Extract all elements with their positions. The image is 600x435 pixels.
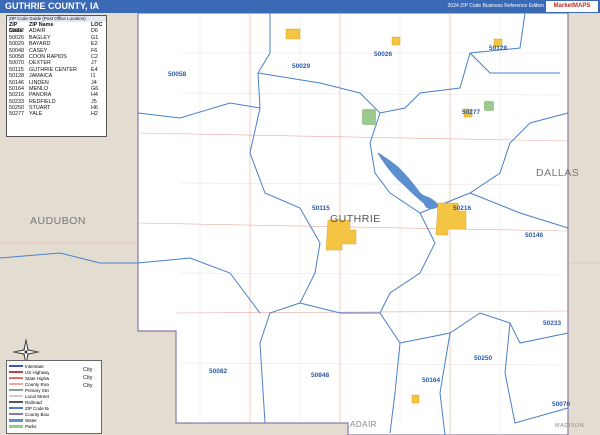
loc-cell: H2 xyxy=(91,111,98,118)
zip-label-50250: 50250 xyxy=(474,355,493,362)
zip-label-50216: 50216 xyxy=(453,205,472,212)
legend-city-label: City xyxy=(83,367,93,373)
table-row: 50277 YALE H2 xyxy=(7,111,106,117)
legend-label: US Highway xyxy=(25,369,49,375)
zip-label-50115: 50115 xyxy=(312,205,330,212)
map-legend: Interstate US Highway State Highway Coun… xyxy=(6,360,102,434)
legend-label: County Boundary xyxy=(25,411,49,417)
county-label-adair: ADAIR xyxy=(350,420,377,429)
legend-label: Parks xyxy=(25,423,37,429)
legend-label: Primary Streets xyxy=(25,387,49,393)
county-label-guthrie: GUTHRIE xyxy=(330,213,381,225)
zip-cell: 50277 xyxy=(9,111,24,118)
edition-label: 2024 ZIP Code Business Reference Edition xyxy=(447,3,544,9)
legend-city-label: City xyxy=(83,375,93,381)
zip-code-table: ZIP Code Guide (Post Office Location) ZI… xyxy=(6,15,107,137)
zip-label-50848: 50848 xyxy=(311,372,330,379)
zip-label-50128: 50128 xyxy=(489,45,508,52)
zip-label-50026: 50026 xyxy=(374,51,393,58)
zip-label-50082: 50082 xyxy=(209,368,228,375)
zip-label-50233: 50233 xyxy=(543,320,562,327)
legend-city-label: City xyxy=(83,383,93,389)
zip-label-50277: 50277 xyxy=(462,109,481,116)
map-title-bar: GUTHRIE COUNTY, IA 2024 ZIP Code Busines… xyxy=(0,0,600,13)
name-cell: YALE xyxy=(29,111,43,118)
county-label-dallas: DALLAS xyxy=(536,167,580,179)
legend-label: Interstate xyxy=(25,363,44,369)
county-label-audubon: AUDUBON xyxy=(30,215,87,227)
county-label-madison: MADISON xyxy=(555,423,585,429)
zip-label-50146: 50146 xyxy=(525,232,544,239)
publisher-logo: MarketMAPS xyxy=(546,1,598,12)
zip-label-50070: 50070 xyxy=(552,401,571,408)
legend-label: Local Streets xyxy=(25,393,49,399)
zip-label-50029: 50029 xyxy=(292,63,311,70)
legend-label: State Highway xyxy=(25,375,49,381)
legend-label: Railroad xyxy=(25,399,42,405)
legend-label: ZIP Code Boundary xyxy=(25,405,49,411)
legend-label: Water xyxy=(25,417,37,423)
legend-label: County Road xyxy=(25,381,49,387)
zip-label-50058: 50058 xyxy=(168,71,187,78)
map-title: GUTHRIE COUNTY, IA xyxy=(5,1,100,11)
zip-label-50164: 50164 xyxy=(422,377,441,384)
legend-row: Parks xyxy=(9,423,49,429)
